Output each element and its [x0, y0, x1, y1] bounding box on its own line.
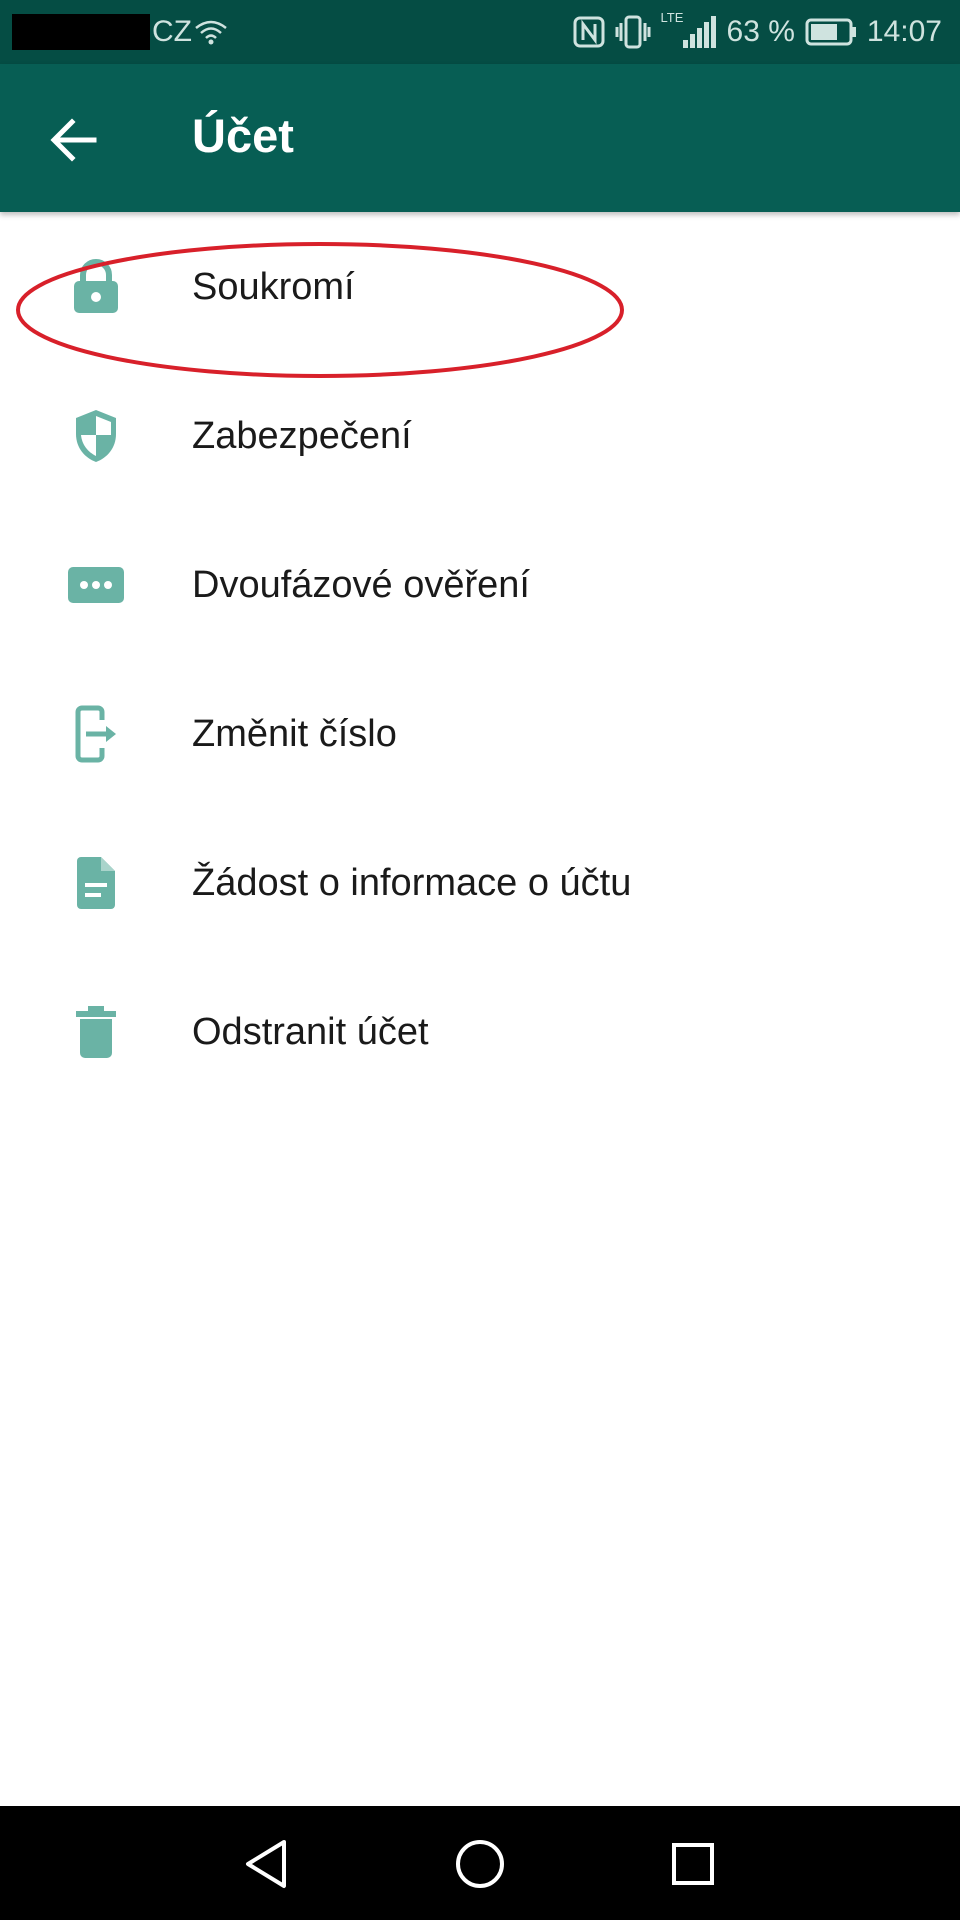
menu-item-label: Žádost o informace o účtu [192, 861, 632, 904]
back-button[interactable] [36, 102, 112, 178]
menu-item-label: Soukromí [192, 265, 355, 308]
clock: 14:07 [866, 15, 942, 48]
trash-icon [62, 998, 130, 1066]
carrier-name: CZ [152, 15, 192, 48]
menu-item-label: Dvoufázové ověření [192, 563, 530, 606]
lock-icon [62, 253, 130, 321]
vibrate-icon [615, 15, 651, 49]
menu-item-label: Změnit číslo [192, 712, 397, 755]
menu-item-delete-account[interactable]: Odstranit účet [0, 957, 960, 1106]
menu-item-label: Odstranit účet [192, 1010, 429, 1053]
battery-percent: 63 % [726, 15, 795, 48]
redacted-carrier [12, 14, 150, 50]
status-bar: CZ LTE 63 % 14:07 [0, 0, 960, 64]
square-recents-icon [672, 1843, 714, 1885]
nav-recents-button[interactable] [655, 1826, 731, 1902]
menu-item-privacy[interactable]: Soukromí [0, 212, 960, 361]
menu-item-label: Zabezpečení [192, 414, 412, 457]
nav-back-button[interactable] [228, 1826, 304, 1902]
account-settings-list: Soukromí Zabezpečení Dvoufázové ověření [0, 212, 960, 1106]
triangle-back-icon [246, 1840, 286, 1888]
page-title: Účet [192, 109, 294, 162]
dots-icon [62, 551, 130, 619]
nav-home-button[interactable] [442, 1826, 518, 1902]
system-navigation-bar [0, 1806, 960, 1920]
wifi-icon [195, 20, 227, 45]
battery-icon [805, 18, 856, 46]
circle-home-icon [456, 1840, 504, 1888]
menu-item-request-account-info[interactable]: Žádost o informace o účtu [0, 808, 960, 957]
menu-item-two-step-verification[interactable]: Dvoufázové ověření [0, 510, 960, 659]
shield-icon [62, 402, 130, 470]
nfc-icon [573, 16, 605, 48]
menu-item-change-number[interactable]: Změnit číslo [0, 659, 960, 808]
change-number-icon [62, 700, 130, 768]
app-toolbar: Účet [0, 64, 960, 212]
document-icon [62, 849, 130, 917]
signal-indicator: LTE [661, 10, 717, 50]
arrow-left-icon [50, 118, 97, 162]
menu-item-security[interactable]: Zabezpečení [0, 361, 960, 510]
signal-icon [682, 16, 716, 48]
